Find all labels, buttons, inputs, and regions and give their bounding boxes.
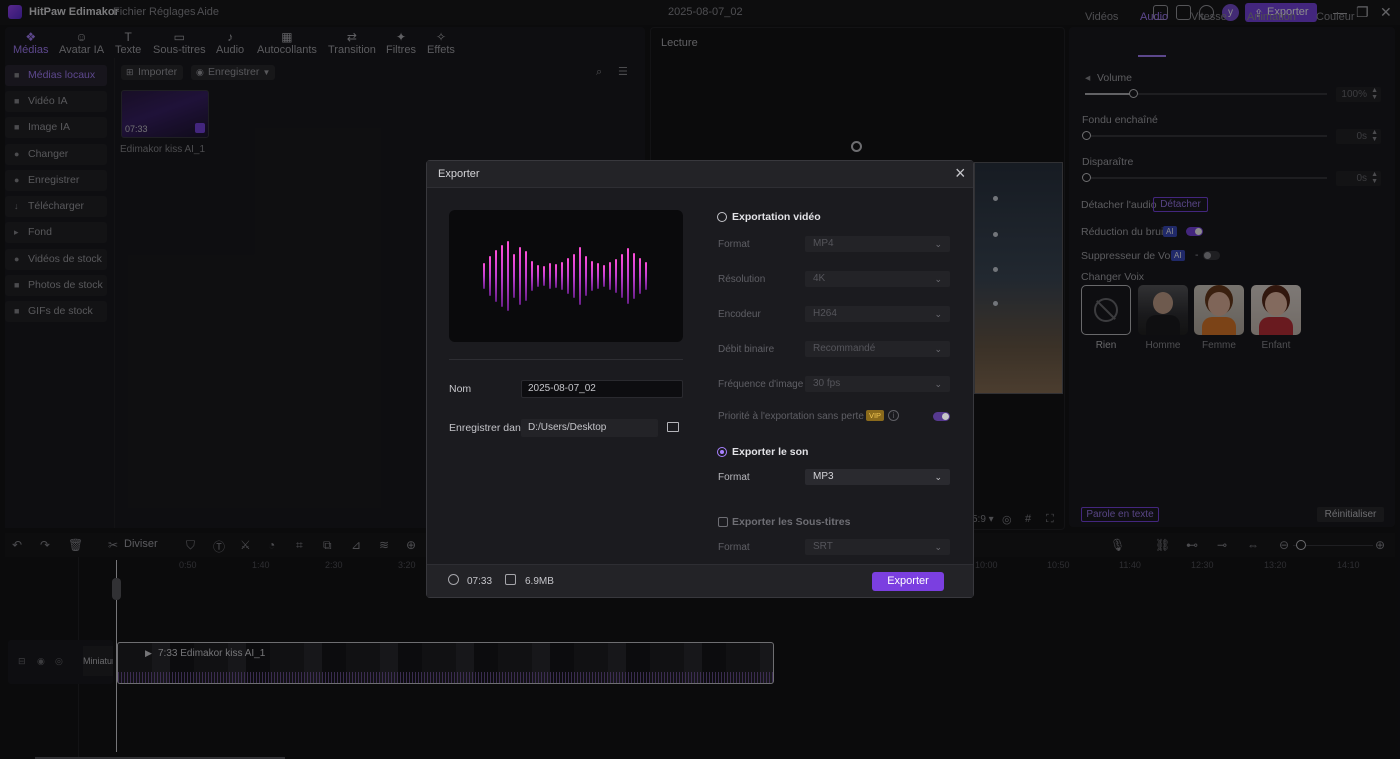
bitrate-value: Recommandé	[813, 343, 876, 354]
audio-format-select[interactable]: MP3 ⌄	[805, 469, 950, 485]
chevron-down-icon: ⌄	[934, 472, 942, 482]
waveform-bar	[645, 262, 647, 290]
audio-export-radio[interactable]	[717, 447, 727, 457]
waveform-bar	[537, 265, 539, 287]
waveform-bar	[627, 248, 629, 304]
resolution-value: 4K	[813, 273, 826, 284]
waveform-bar	[495, 250, 497, 302]
bitrate-label: Débit binaire	[718, 344, 775, 355]
export-file-size: 6.9MB	[525, 576, 554, 587]
framerate-value: 30 fps	[813, 378, 841, 389]
file-size-icon	[505, 574, 516, 585]
framerate-select: 30 fps ⌄	[805, 376, 950, 392]
save-in-label: Enregistrer dans	[449, 422, 527, 434]
waveform-bar	[531, 261, 533, 291]
waveform-bar	[603, 265, 605, 287]
encoder-label: Encodeur	[718, 309, 761, 320]
export-button[interactable]: Exporter	[872, 572, 944, 591]
waveform-bar	[525, 251, 527, 301]
chevron-down-icon: ⌄	[934, 239, 942, 249]
clock-icon	[448, 574, 459, 585]
video-format-value: MP4	[813, 238, 834, 249]
framerate-label: Fréquence d'image	[718, 379, 804, 390]
name-label: Nom	[449, 383, 472, 395]
waveform-bar	[483, 263, 485, 289]
video-export-label[interactable]: Exportation vidéo	[732, 211, 821, 223]
folder-icon[interactable]	[667, 422, 679, 432]
waveform-bar	[615, 259, 617, 293]
waveform-bar	[579, 247, 581, 305]
waveform-bar	[555, 264, 557, 288]
chevron-down-icon: ⌄	[934, 379, 942, 389]
waveform-bar	[549, 263, 551, 289]
waveform-bar	[543, 266, 545, 286]
lossless-label: Priorité à l'exportation sans perte	[718, 411, 864, 422]
chevron-down-icon: ⌄	[934, 274, 942, 284]
waveform-bar	[501, 245, 503, 307]
encoder-select: H264 ⌄	[805, 306, 950, 322]
bitrate-select: Recommandé ⌄	[805, 341, 950, 357]
export-dialog-title: Exporter	[438, 168, 480, 180]
encoder-value: H264	[813, 308, 837, 319]
info-icon[interactable]: i	[888, 410, 899, 421]
waveform-bar	[585, 256, 587, 296]
audio-export-label[interactable]: Exporter le son	[732, 446, 808, 458]
resolution-select: 4K ⌄	[805, 271, 950, 287]
subtitle-export-checkbox[interactable]	[718, 517, 728, 527]
waveform-bar	[561, 262, 563, 290]
waveform-bar	[597, 263, 599, 289]
waveform-bar	[513, 254, 515, 298]
waveform-bar	[489, 256, 491, 296]
resolution-label: Résolution	[718, 274, 766, 285]
dialog-separator	[449, 359, 683, 360]
lossless-toggle	[933, 412, 950, 421]
waveform-bar	[633, 253, 635, 299]
video-format-select: MP4 ⌄	[805, 236, 950, 252]
audio-format-value: MP3	[813, 471, 834, 482]
export-duration: 07:33	[467, 576, 493, 587]
audio-format-label: Format	[718, 472, 750, 483]
vip-badge: VIP	[866, 410, 884, 421]
subtitle-format-select: SRT ⌄	[805, 539, 950, 555]
waveform-graphic	[483, 241, 647, 311]
waveform-bar	[573, 254, 575, 298]
chevron-down-icon: ⌄	[934, 309, 942, 319]
name-input[interactable]: 2025-08-07_02	[521, 380, 683, 398]
waveform-bar	[507, 241, 509, 311]
save-path-input[interactable]: D:/Users/Desktop	[521, 419, 658, 437]
chevron-down-icon: ⌄	[934, 344, 942, 354]
audio-waveform-preview	[449, 210, 683, 342]
export-dialog-header	[427, 161, 973, 188]
subtitle-format-label: Format	[718, 542, 750, 553]
waveform-bar	[567, 258, 569, 294]
chevron-down-icon: ⌄	[934, 542, 942, 552]
subtitle-format-value: SRT	[813, 541, 833, 552]
waveform-bar	[591, 261, 593, 291]
video-export-radio[interactable]	[717, 212, 727, 222]
waveform-bar	[609, 262, 611, 290]
close-icon[interactable]: ×	[955, 163, 966, 184]
waveform-bar	[519, 247, 521, 305]
subtitle-export-label[interactable]: Exporter les Sous-titres	[732, 516, 850, 528]
video-format-label: Format	[718, 239, 750, 250]
waveform-bar	[639, 258, 641, 294]
waveform-bar	[621, 254, 623, 298]
